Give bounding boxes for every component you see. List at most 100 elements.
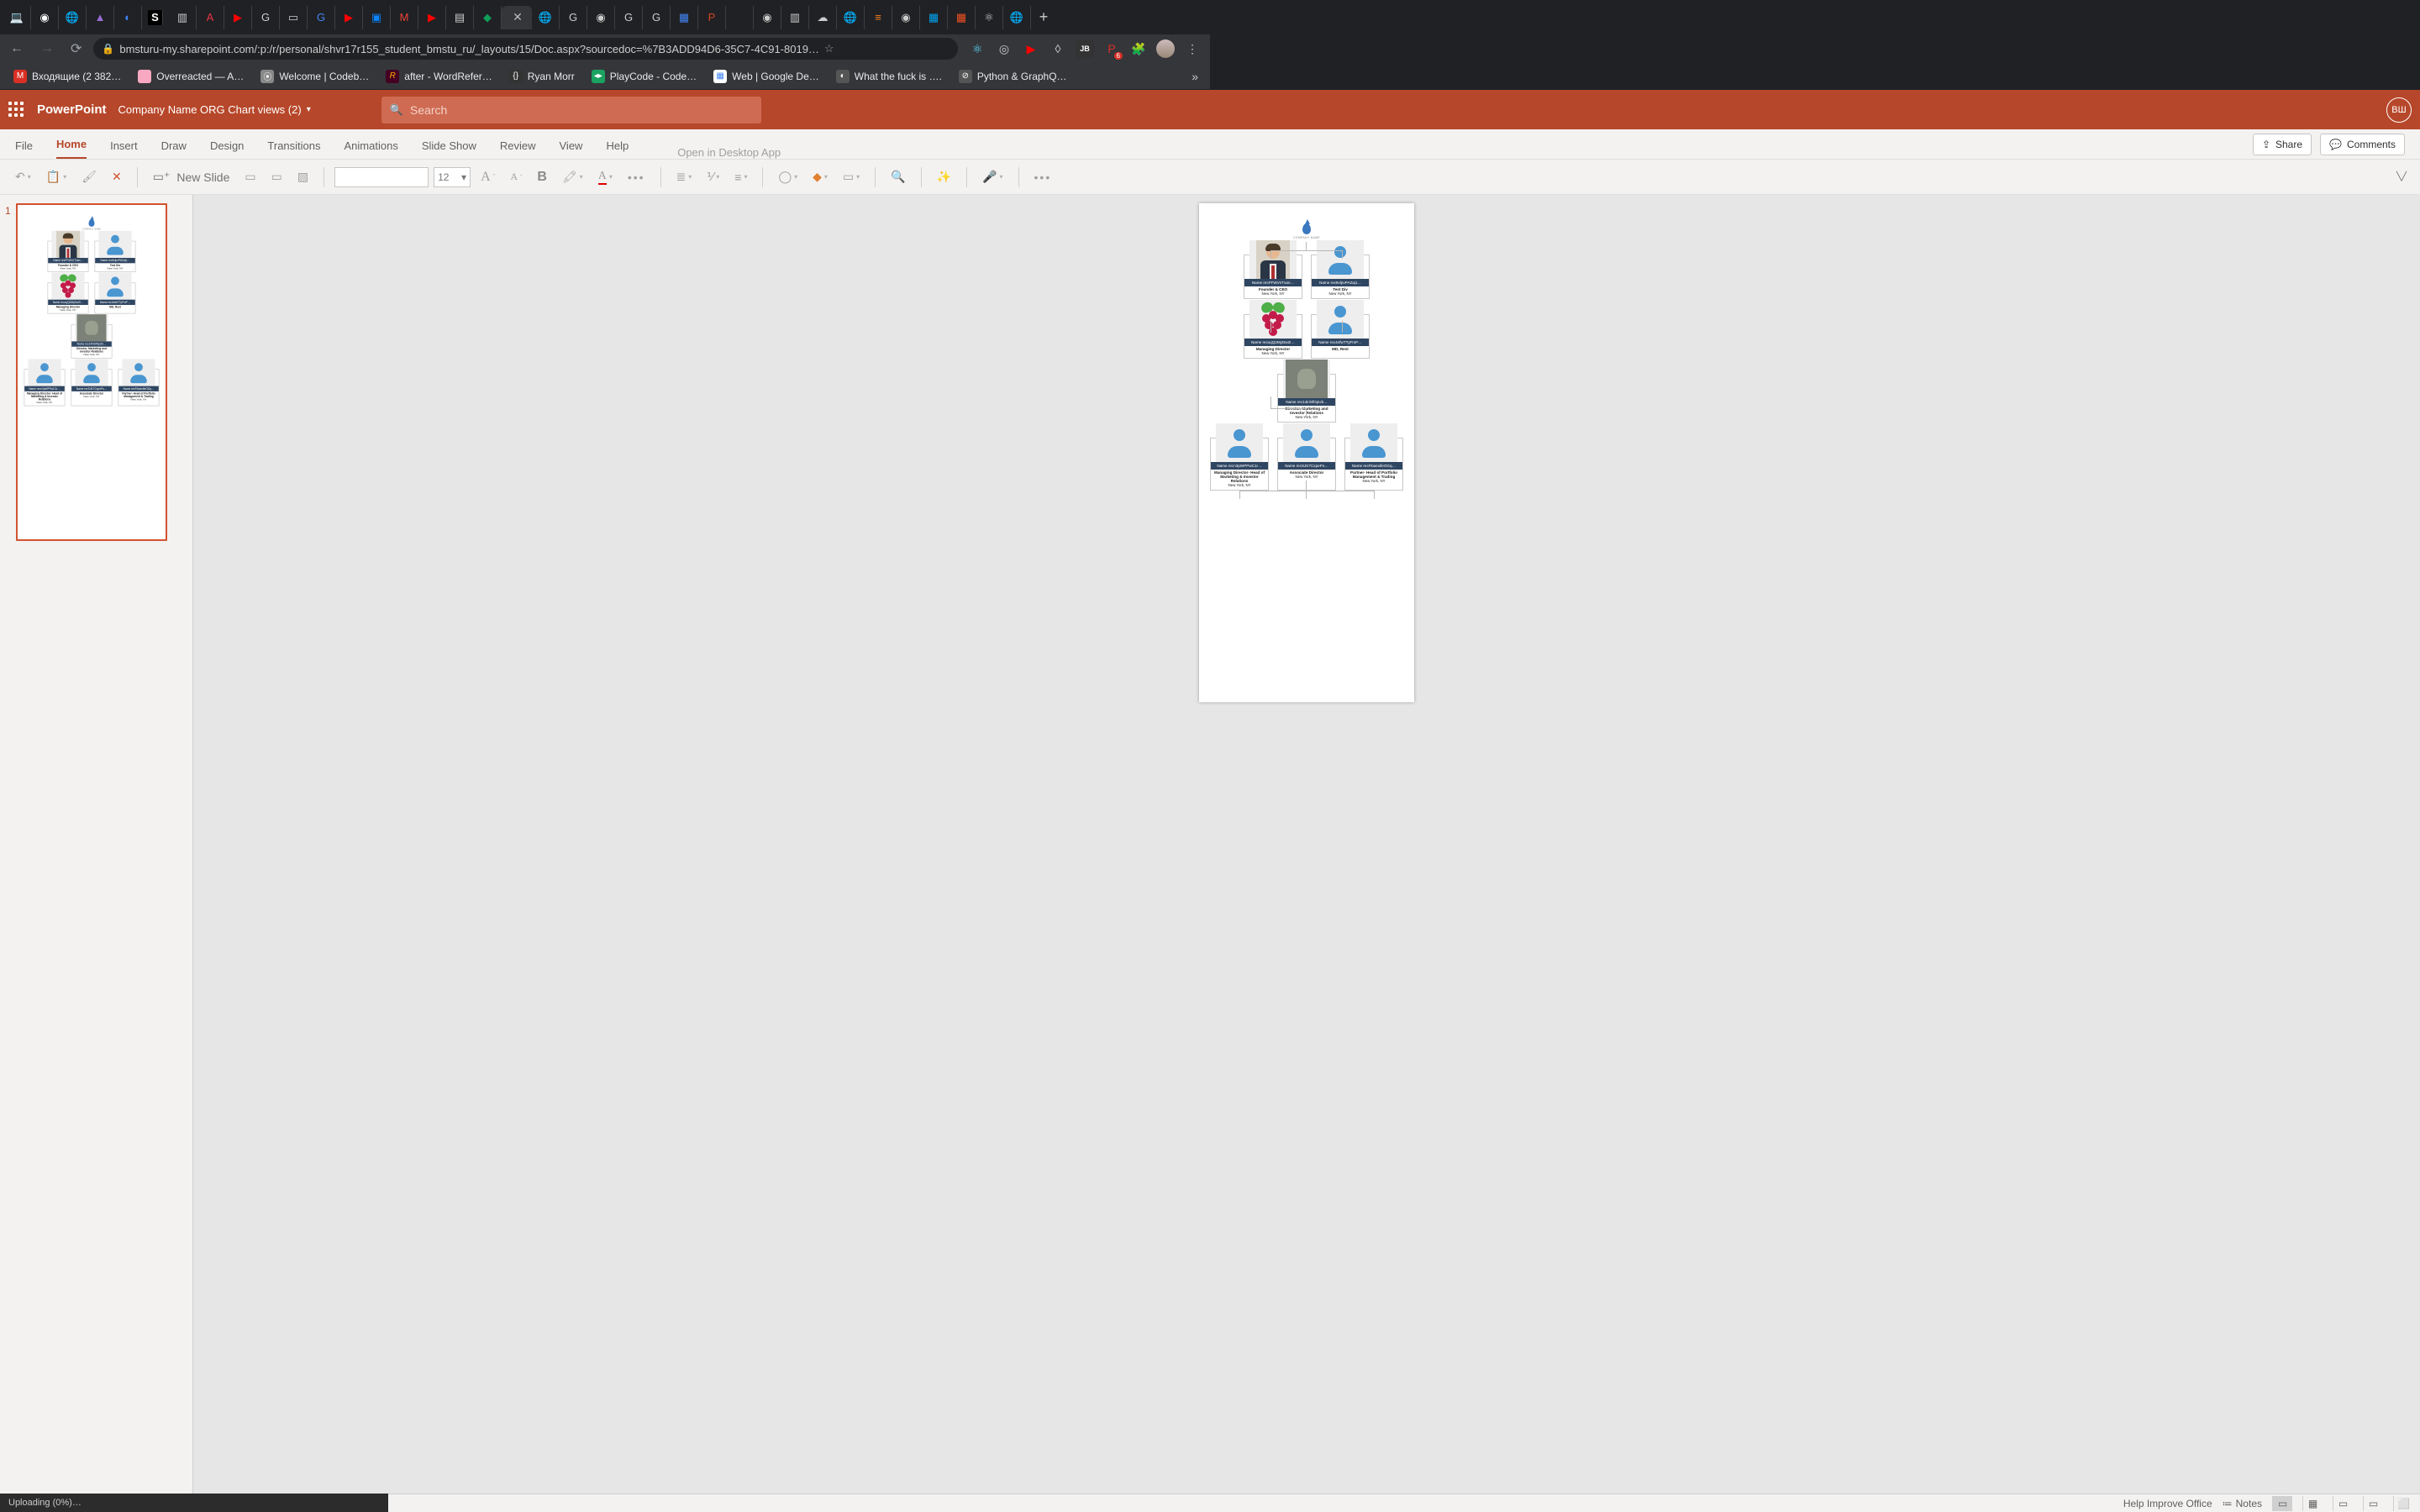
tab-transitions[interactable]: Transitions bbox=[267, 139, 320, 159]
ext-icon[interactable]: JB bbox=[1076, 39, 1094, 58]
bookmark-item[interactable]: {}Ryan Morr bbox=[502, 66, 581, 87]
ext-react-icon[interactable]: ⚛ bbox=[968, 39, 986, 58]
format-painter[interactable]: 🖌 bbox=[76, 166, 102, 187]
bookmark-item[interactable]: ◂▸PlayCode - Code… bbox=[585, 66, 703, 87]
tab-slideshow[interactable]: Slide Show bbox=[422, 139, 476, 159]
paste-button[interactable]: 📋▾ bbox=[41, 166, 71, 187]
back-button[interactable]: ← bbox=[5, 38, 29, 60]
ext-icon[interactable]: ◊ bbox=[1049, 39, 1067, 58]
dictate-button[interactable]: 🎤▾ bbox=[977, 166, 1007, 187]
tab-icon[interactable]: ◐ bbox=[114, 6, 142, 29]
extensions-icon[interactable]: 🧩 bbox=[1129, 39, 1148, 58]
ext-icon-badge[interactable]: P bbox=[1102, 39, 1121, 58]
tab-icon[interactable]: ▦ bbox=[948, 6, 976, 29]
tab-icon[interactable]: S bbox=[148, 10, 163, 25]
reload-button[interactable]: ⟳ bbox=[66, 37, 87, 60]
tab-icon[interactable]: ▦ bbox=[671, 6, 698, 29]
help-improve-link[interactable]: Help Improve Office bbox=[2123, 1498, 2212, 1509]
tab-icon[interactable]: ◆ bbox=[474, 6, 502, 29]
tab-review[interactable]: Review bbox=[500, 139, 536, 159]
search-box[interactable]: 🔍 bbox=[381, 97, 761, 123]
font-color-button[interactable]: A▾ bbox=[593, 166, 618, 188]
tab-icon[interactable]: ▣ bbox=[363, 6, 391, 29]
tab-icon[interactable]: ◉ bbox=[31, 6, 59, 29]
bullets-button[interactable]: ≣▾ bbox=[671, 166, 697, 187]
tab-icon[interactable]: ◉ bbox=[892, 6, 920, 29]
bookmark-item[interactable]: ⦿Welcome | Codeb… bbox=[254, 66, 376, 87]
tab-icon[interactable]: 💻 bbox=[3, 6, 31, 29]
bookmark-item[interactable]: ⊘Python & GraphQ… bbox=[952, 66, 1074, 87]
tab-icon[interactable]: ≡ bbox=[865, 6, 892, 29]
tab-icon[interactable]: P bbox=[698, 6, 726, 29]
font-family-select[interactable] bbox=[334, 167, 429, 187]
profile-avatar[interactable] bbox=[1156, 39, 1175, 58]
tab-icon[interactable]: ◉ bbox=[587, 6, 615, 29]
decrease-font[interactable]: Aˇ bbox=[505, 167, 527, 186]
tab-icon[interactable]: 🌐 bbox=[837, 6, 865, 29]
tab-icon[interactable]: G bbox=[252, 6, 280, 29]
tab-icon[interactable]: ▥ bbox=[781, 6, 809, 29]
tab-icon[interactable]: M bbox=[391, 6, 418, 29]
tab-icon[interactable]: ☁ bbox=[809, 6, 837, 29]
bookmark-item[interactable]: ▦Web | Google De… bbox=[707, 66, 826, 87]
more-font[interactable]: ••• bbox=[623, 167, 650, 187]
forward-button[interactable]: → bbox=[35, 38, 59, 60]
tab-icon[interactable]: 🌐 bbox=[532, 6, 560, 29]
fill-button[interactable]: ◆▾ bbox=[808, 166, 833, 187]
tab-design[interactable]: Design bbox=[210, 139, 244, 159]
tab-icon[interactable]: 🌐 bbox=[59, 6, 87, 29]
tab-active[interactable]: ✕ bbox=[502, 6, 532, 29]
tab-icon[interactable]: ▶ bbox=[335, 6, 363, 29]
user-avatar[interactable]: ВШ bbox=[2386, 97, 2412, 123]
slide-1[interactable]: COMPANY NAMEName recFFWVnTvan…Founder & … bbox=[1199, 203, 1414, 702]
tab-view[interactable]: View bbox=[560, 139, 583, 159]
slide-button2[interactable]: ▨ bbox=[292, 166, 313, 187]
open-in-desktop[interactable]: Open in Desktop App bbox=[677, 146, 781, 159]
new-slide-button[interactable]: ▭⁺ New Slide bbox=[148, 166, 235, 187]
tab-icon[interactable]: G bbox=[560, 6, 587, 29]
outline-button[interactable]: ▭▾ bbox=[838, 166, 865, 187]
tab-help[interactable]: Help bbox=[606, 139, 629, 159]
tab-icon[interactable]: ◉ bbox=[754, 6, 781, 29]
more-commands[interactable]: ••• bbox=[1029, 167, 1057, 187]
tab-icon[interactable]: ▶ bbox=[418, 6, 446, 29]
highlight-button[interactable]: 🖍▾ bbox=[557, 166, 588, 187]
star-icon[interactable]: ☆ bbox=[824, 42, 834, 55]
delete-button[interactable]: ✕ bbox=[107, 166, 127, 187]
document-title[interactable]: Company Name ORG Chart views (2)▾ bbox=[118, 103, 311, 116]
tab-icon[interactable]: G bbox=[615, 6, 643, 29]
slide-canvas-area[interactable]: COMPANY NAMEName recFFWVnTvan…Founder & … bbox=[193, 195, 2420, 1512]
tab-draw[interactable]: Draw bbox=[161, 139, 187, 159]
ext-icon[interactable]: ◎ bbox=[995, 39, 1013, 58]
slide-thumbnail-1[interactable]: COMPANY NAMEName recFFWVnTvan…Founder & … bbox=[16, 203, 167, 541]
shapes-button[interactable]: ◯▾ bbox=[773, 166, 802, 187]
tab-icon[interactable]: G bbox=[308, 6, 335, 29]
url-field[interactable]: 🔒 bmsturu-my.sharepoint.com/:p:/r/person… bbox=[93, 38, 958, 60]
comments-button[interactable]: 💬Comments bbox=[2320, 134, 2405, 155]
tab-icon[interactable]: ▦ bbox=[920, 6, 948, 29]
view-sorter[interactable]: ▦ bbox=[2302, 1496, 2323, 1511]
tab-icon[interactable]: ⚛ bbox=[976, 6, 1003, 29]
slide-button[interactable]: ▭ bbox=[266, 166, 287, 187]
zoom-fit[interactable]: ⬜ bbox=[2393, 1496, 2413, 1511]
tab-icon[interactable]: A bbox=[197, 6, 224, 29]
bookmark-item[interactable]: ◐What the fuck is …. bbox=[829, 66, 949, 87]
search-input[interactable] bbox=[410, 103, 753, 117]
bold-button[interactable]: B bbox=[532, 166, 552, 188]
increase-font[interactable]: Aˆ bbox=[476, 166, 500, 188]
chrome-menu-icon[interactable]: ⋮ bbox=[1183, 39, 1202, 58]
tab-icon[interactable]: ▤ bbox=[446, 6, 474, 29]
bookmark-item[interactable]: MВходящие (2 382… bbox=[7, 66, 128, 87]
close-icon[interactable]: ✕ bbox=[513, 10, 523, 24]
undo-button[interactable]: ↶▾ bbox=[10, 166, 36, 187]
notes-button[interactable]: ≔ Notes bbox=[2223, 1498, 2262, 1509]
tab-icon[interactable] bbox=[726, 6, 754, 29]
new-tab-button[interactable]: + bbox=[1031, 8, 1056, 26]
layout-button[interactable]: ▭ bbox=[239, 166, 260, 187]
view-normal[interactable]: ▭ bbox=[2272, 1496, 2292, 1511]
numbering-button[interactable]: ⅟▾ bbox=[702, 166, 724, 187]
view-reading[interactable]: ▭ bbox=[2333, 1496, 2353, 1511]
bookmark-item[interactable]: Overreacted — A… bbox=[131, 66, 250, 87]
bookmark-item[interactable]: Rafter - WordRefer… bbox=[379, 66, 498, 87]
app-launcher-icon[interactable] bbox=[8, 102, 25, 118]
